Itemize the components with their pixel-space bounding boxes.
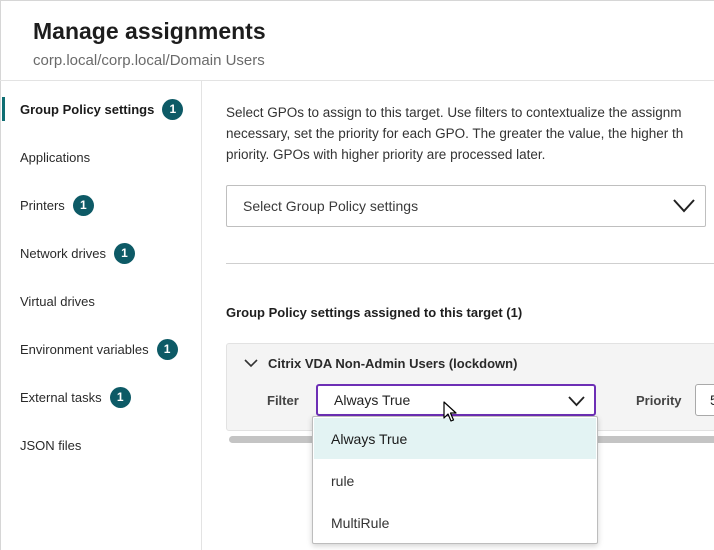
section-divider xyxy=(226,263,714,264)
sidebar-item-virtual-drives[interactable]: Virtual drives xyxy=(0,281,200,321)
sidebar-item-label: Virtual drives xyxy=(20,293,95,309)
sidebar-item-label: External tasks xyxy=(20,389,102,405)
count-badge: 1 xyxy=(113,242,135,264)
assigned-gpo-title: Group Policy settings assigned to this t… xyxy=(226,305,523,320)
chevron-down-icon[interactable] xyxy=(244,359,258,368)
page-subtitle: corp.local/corp.local/Domain Users xyxy=(33,52,265,69)
description-line: necessary, set the priority for each GPO… xyxy=(226,126,684,141)
page-title: Manage assignments xyxy=(33,18,266,44)
priority-input[interactable]: 5 xyxy=(695,384,714,416)
sidebar-item-label: Environment variables xyxy=(20,341,149,357)
count-badge: 1 xyxy=(109,386,131,408)
sidebar: Group Policy settings 1 Applications Pri… xyxy=(0,81,202,550)
filter-dropdown-menu: Always True rule MultiRule xyxy=(312,416,598,544)
sidebar-item-group-policy-settings[interactable]: Group Policy settings 1 xyxy=(0,89,200,129)
gpo-card-title: Citrix VDA Non-Admin Users (lockdown) xyxy=(268,356,518,371)
sidebar-item-applications[interactable]: Applications xyxy=(0,137,200,177)
count-badge: 1 xyxy=(162,98,184,120)
filter-select-value: Always True xyxy=(334,392,411,408)
description-line: Select GPOs to assign to this target. Us… xyxy=(226,105,682,120)
dropdown-option-always-true[interactable]: Always True xyxy=(314,418,596,459)
page-header: Manage assignments corp.local/corp.local… xyxy=(0,0,714,81)
chevron-down-icon xyxy=(568,396,585,407)
mouse-cursor-icon xyxy=(443,401,457,422)
sidebar-item-label: JSON files xyxy=(20,437,82,453)
filter-label: Filter xyxy=(267,393,299,408)
priority-label: Priority xyxy=(636,393,682,408)
chevron-down-icon xyxy=(673,199,695,213)
sidebar-item-label: Network drives xyxy=(20,245,106,261)
sidebar-item-label: Printers xyxy=(20,197,65,213)
sidebar-item-printers[interactable]: Printers 1 xyxy=(0,185,200,225)
sidebar-item-network-drives[interactable]: Network drives 1 xyxy=(0,233,200,273)
sidebar-item-label: Group Policy settings xyxy=(20,101,155,117)
sidebar-item-label: Applications xyxy=(20,149,91,165)
count-badge: 1 xyxy=(72,194,94,216)
sidebar-item-environment-variables[interactable]: Environment variables 1 xyxy=(0,329,200,369)
dropdown-option-rule[interactable]: rule xyxy=(314,460,596,501)
count-badge: 1 xyxy=(156,338,178,360)
gpo-select-placeholder: Select Group Policy settings xyxy=(243,198,419,214)
assignment-description: Select GPOs to assign to this target. Us… xyxy=(226,102,714,165)
description-line: priority. GPOs with higher priority are … xyxy=(226,147,546,162)
gpo-select[interactable]: Select Group Policy settings xyxy=(226,185,706,227)
dropdown-option-multirule[interactable]: MultiRule xyxy=(314,502,596,543)
sidebar-item-external-tasks[interactable]: External tasks 1 xyxy=(0,377,200,417)
sidebar-item-json-files[interactable]: JSON files xyxy=(0,425,200,465)
